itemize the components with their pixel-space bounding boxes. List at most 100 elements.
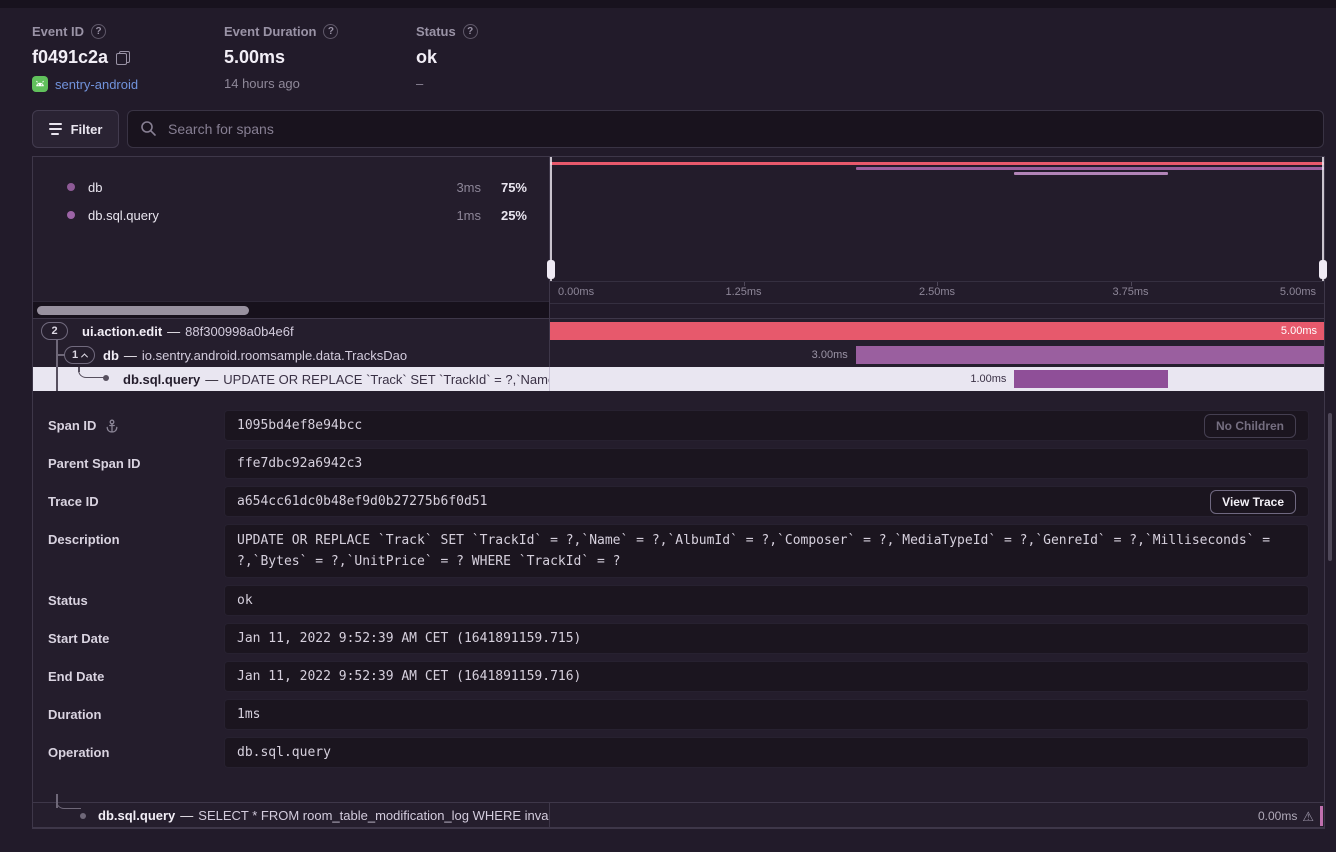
detail-label: Parent Span ID: [48, 456, 140, 471]
span-bar[interactable]: [1014, 370, 1167, 388]
span-op: db.sql.query: [98, 808, 175, 823]
op-color-dot: [67, 211, 75, 219]
span-op: db: [103, 348, 119, 363]
warning-icon[interactable]: ⚠: [1302, 810, 1314, 823]
legend-op-name: db: [88, 180, 433, 195]
filter-button[interactable]: Filter: [32, 110, 119, 148]
span-row-db-sql-query-selected[interactable]: db.sql.query — UPDATE OR REPLACE `Track`…: [33, 367, 1324, 391]
event-duration-value: 5.00ms: [224, 47, 285, 68]
status-field: Status ? ok –: [416, 24, 478, 92]
start-date-value-box: Jan 11, 2022 9:52:39 AM CET (1641891159.…: [224, 623, 1309, 654]
legend-row-db-sql-query[interactable]: db.sql.query 1ms 25%: [33, 201, 549, 229]
span-detail-panel: Span ID 1095bd4ef8e94bcc No Children Par…: [33, 391, 1324, 802]
span-op: ui.action.edit: [82, 324, 162, 339]
operation-value: db.sql.query: [237, 745, 1296, 760]
span-status-value: ok: [237, 593, 1296, 608]
span-id-value: 1095bd4ef8e94bcc: [237, 418, 1204, 433]
no-children-button: No Children: [1204, 414, 1296, 438]
status-sub: –: [416, 76, 423, 91]
event-time-ago: 14 hours ago: [224, 76, 300, 91]
tree-connector: [78, 367, 104, 378]
detail-label: End Date: [48, 669, 104, 684]
parent-span-id-value-box: ffe7dbc92a6942c3: [224, 448, 1309, 479]
span-desc: 88f300998a0b4e6f: [185, 324, 293, 339]
filter-icon: [49, 123, 62, 135]
horizontal-scrollbar[interactable]: [33, 301, 549, 318]
span-bar[interactable]: [856, 346, 1324, 364]
search-input[interactable]: [127, 110, 1324, 148]
axis-tick: 3.75ms: [1112, 286, 1148, 298]
help-icon[interactable]: ?: [91, 24, 106, 39]
status-value-box: ok: [224, 585, 1309, 616]
detail-label: Status: [48, 593, 88, 608]
parent-span-id-value: ffe7dbc92a6942c3: [237, 456, 1296, 471]
top-strip: [0, 0, 1336, 8]
op-color-dot: [67, 183, 75, 191]
trace-id-value-box: a654cc61dc0b48ef9d0b27275b6f0d51 View Tr…: [224, 486, 1309, 517]
chevron-up-icon: [81, 353, 88, 360]
children-count-badge[interactable]: 2: [41, 322, 68, 340]
status-label: Status: [416, 24, 456, 39]
description-value: UPDATE OR REPLACE `Track` SET `TrackId` …: [237, 530, 1296, 572]
anchor-icon[interactable]: [105, 418, 119, 434]
vertical-scrollbar-thumb[interactable]: [1328, 413, 1332, 561]
span-id-value-box: 1095bd4ef8e94bcc No Children: [224, 410, 1309, 441]
span-desc: SELECT * FROM room_table_modification_lo…: [198, 808, 549, 823]
event-id-value: f0491c2a: [32, 47, 108, 68]
view-trace-button[interactable]: View Trace: [1210, 490, 1296, 514]
minimap-span-db: [856, 167, 1324, 170]
span-desc: UPDATE OR REPLACE `Track` SET `TrackId` …: [223, 372, 550, 387]
legend-op-duration: 1ms: [433, 208, 481, 223]
legend-op-percent: 75%: [481, 180, 527, 195]
event-duration-label: Event Duration: [224, 24, 316, 39]
description-value-box: UPDATE OR REPLACE `Track` SET `TrackId` …: [224, 524, 1309, 578]
tree-connector: [56, 797, 81, 809]
time-axis: 0.00ms 1.25ms 2.50ms 3.75ms 5.00ms: [550, 281, 1324, 303]
minimap-handle-left[interactable]: [550, 157, 552, 281]
detail-label: Duration: [48, 707, 101, 722]
event-id-label: Event ID: [32, 24, 84, 39]
span-row-db-sql-query-select[interactable]: db.sql.query—SELECT * FROM room_table_mo…: [33, 802, 1324, 828]
children-count-badge[interactable]: 1: [64, 346, 95, 364]
legend-op-percent: 25%: [481, 208, 527, 223]
span-desc: io.sentry.android.roomsample.data.Tracks…: [142, 348, 407, 363]
event-duration-field: Event Duration ? 5.00ms 14 hours ago: [224, 24, 416, 92]
spans-toolbar: Filter: [32, 110, 1324, 148]
minimap-handle-right[interactable]: [1322, 157, 1324, 281]
tree-dot: [103, 375, 109, 381]
axis-tick: 1.25ms: [725, 286, 761, 298]
span-bar[interactable]: 5.00ms: [550, 322, 1324, 340]
trace-minimap[interactable]: 0.00ms 1.25ms 2.50ms 3.75ms 5.00ms: [550, 157, 1324, 318]
span-bar: [1320, 806, 1323, 826]
span-duration-label: 3.00ms: [812, 343, 848, 367]
status-value: ok: [416, 47, 437, 68]
event-header: Event ID ? f0491c2a sentry-android Event…: [0, 8, 1336, 92]
end-date-value-box: Jan 11, 2022 9:52:39 AM CET (1641891159.…: [224, 661, 1309, 692]
tree-dot: [80, 813, 86, 819]
duration-value-box: 1ms: [224, 699, 1309, 730]
axis-tick: 2.50ms: [919, 286, 955, 298]
project-link[interactable]: sentry-android: [55, 77, 138, 92]
minimap-lower-strip: [550, 303, 1324, 318]
search-icon: [140, 120, 157, 137]
axis-tick: 5.00ms: [1280, 286, 1316, 298]
trace-id-value: a654cc61dc0b48ef9d0b27275b6f0d51: [237, 494, 1210, 509]
span-duration-label: 0.00ms: [1258, 803, 1297, 827]
start-date-value: Jan 11, 2022 9:52:39 AM CET (1641891159.…: [237, 631, 1296, 646]
span-duration-value: 1ms: [237, 707, 1296, 722]
trace-view-panel: db 3ms 75% db.sql.query 1ms 25%: [32, 156, 1325, 829]
axis-tick: 0.00ms: [558, 286, 594, 298]
span-row-db[interactable]: 1 db — io.sentry.android.roomsample.data…: [33, 343, 1324, 367]
span-duration-label: 1.00ms: [970, 367, 1006, 391]
help-icon[interactable]: ?: [323, 24, 338, 39]
minimap-section: db 3ms 75% db.sql.query 1ms 25%: [33, 157, 1324, 319]
android-icon: [32, 76, 48, 92]
legend-row-db[interactable]: db 3ms 75%: [33, 173, 549, 201]
minimap-span-red: [550, 162, 1324, 165]
help-icon[interactable]: ?: [463, 24, 478, 39]
operations-breakdown: db 3ms 75% db.sql.query 1ms 25%: [33, 157, 550, 318]
span-row-ui-action-edit[interactable]: 2 ui.action.edit — 88f300998a0b4e6f 5.00…: [33, 319, 1324, 343]
detail-label: Span ID: [48, 418, 96, 433]
horizontal-scrollbar-thumb[interactable]: [37, 306, 249, 315]
copy-icon[interactable]: [116, 51, 130, 65]
